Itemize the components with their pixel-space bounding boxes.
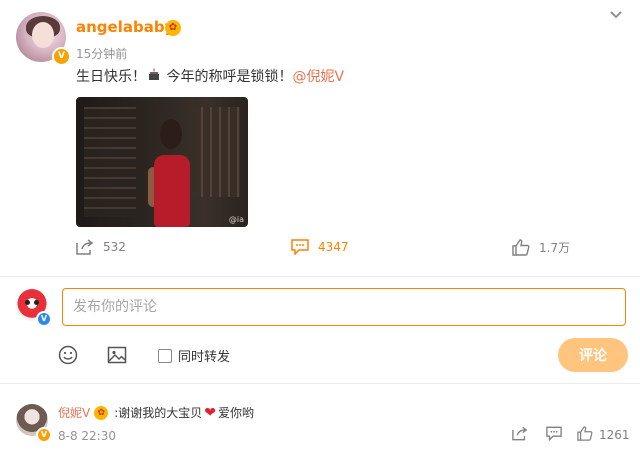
- comment-text: :谢谢我的大宝贝: [114, 406, 203, 420]
- like-icon: [512, 239, 530, 256]
- like-count: 1.7万: [539, 241, 571, 255]
- comment-reply-icon[interactable]: [546, 426, 562, 445]
- mention-link[interactable]: @倪妮V: [292, 69, 344, 85]
- post-timestamp[interactable]: 15分钟前: [76, 45, 127, 62]
- comment-count: 4347: [318, 240, 349, 254]
- comment-text-end: 爱你哟: [218, 406, 255, 420]
- comment-like-button[interactable]: 1261: [577, 426, 630, 444]
- image-watermark: @ia: [228, 215, 244, 224]
- post-text: 生日快乐！ 今年的称呼是锁锁！@倪妮V: [76, 66, 344, 86]
- comment-content: 倪妮V ✿ :谢谢我的大宝贝 ❤ 爱你哟: [58, 404, 254, 421]
- emoji-icon[interactable]: [58, 345, 78, 369]
- also-repost-option[interactable]: 同时转发: [158, 346, 230, 365]
- commenter-username[interactable]: 倪妮V: [58, 404, 90, 421]
- verified-badge-icon: V: [36, 311, 52, 327]
- verified-badge-icon: V: [52, 47, 71, 66]
- comment-repost-icon[interactable]: [512, 426, 528, 445]
- member-emblem-icon: ✿: [94, 405, 109, 420]
- repost-button[interactable]: 532: [76, 239, 126, 255]
- comment-button[interactable]: 4347: [291, 239, 349, 255]
- divider: [0, 383, 640, 384]
- comment-input[interactable]: [62, 288, 626, 326]
- post-text-rest: 今年的称呼是锁锁！: [162, 69, 293, 85]
- post-text-main: 生日快乐！: [76, 69, 146, 85]
- post-image[interactable]: @ia: [76, 97, 248, 227]
- comment-time: 8-8 22:30: [58, 429, 116, 443]
- comment-like-count: 1261: [599, 428, 630, 442]
- comment-icon: [291, 239, 309, 255]
- submit-comment-button[interactable]: 评论: [558, 338, 628, 372]
- also-repost-label: 同时转发: [178, 350, 231, 365]
- divider: [0, 276, 640, 277]
- image-icon[interactable]: [107, 345, 127, 369]
- like-icon: [577, 426, 593, 444]
- heart-icon: ❤: [204, 404, 216, 421]
- like-button[interactable]: 1.7万: [512, 239, 570, 256]
- cake-icon: [146, 67, 162, 85]
- repost-icon: [76, 239, 94, 255]
- repost-count: 532: [103, 240, 126, 254]
- also-repost-checkbox[interactable]: [158, 348, 172, 363]
- verified-badge-icon: V: [36, 427, 52, 443]
- chevron-down-icon[interactable]: [606, 8, 626, 24]
- author-username[interactable]: angelababy: [76, 18, 174, 36]
- member-emblem-icon: ✿: [165, 20, 181, 36]
